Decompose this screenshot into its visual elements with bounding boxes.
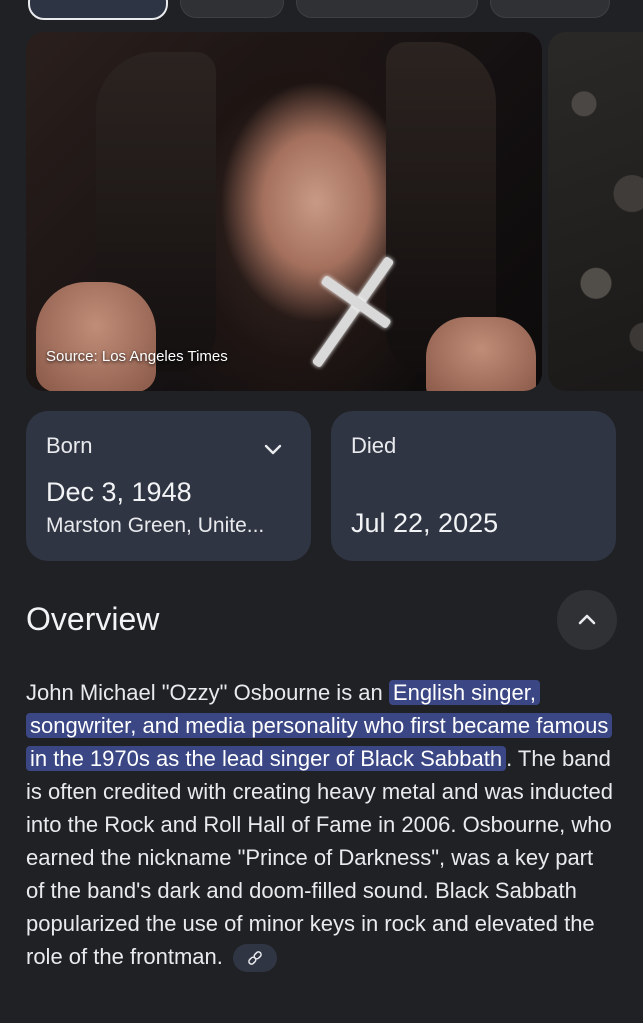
- main-photo[interactable]: Source: Los Angeles Times: [26, 32, 542, 391]
- next-photo[interactable]: [548, 32, 643, 391]
- born-label: Born: [46, 433, 93, 458]
- chevron-up-icon: [578, 614, 596, 625]
- died-card[interactable]: Died Jul 22, 2025: [331, 411, 616, 561]
- born-card[interactable]: Born Dec 3, 1948 Marston Green, Unite...: [26, 411, 311, 561]
- died-date: Jul 22, 2025: [351, 508, 499, 538]
- filter-chips: [0, 0, 643, 20]
- died-label: Died: [351, 433, 397, 458]
- filter-chip[interactable]: [490, 0, 610, 18]
- filter-chip-active[interactable]: [28, 0, 168, 20]
- photo-detail: [36, 282, 156, 391]
- source-link-button[interactable]: [233, 944, 278, 973]
- photo-detail: [426, 317, 536, 391]
- cross-shape: [320, 274, 392, 330]
- chevron-down-icon[interactable]: [261, 437, 285, 461]
- image-source-caption: Source: Los Angeles Times: [46, 348, 228, 365]
- collapse-button[interactable]: [557, 590, 617, 650]
- link-icon: [248, 951, 262, 966]
- image-carousel[interactable]: Source: Los Angeles Times: [26, 32, 643, 391]
- overview-heading: Overview: [26, 601, 160, 637]
- overview-paragraph: John Michael "Ozzy" Osbourne is an Engli…: [26, 676, 616, 973]
- filter-chip[interactable]: [296, 0, 478, 18]
- born-date: Dec 3, 1948: [46, 477, 192, 507]
- cross-shape: [311, 255, 395, 369]
- filter-chip[interactable]: [180, 0, 284, 18]
- overview-text-rest: . The band is often credited with creati…: [26, 746, 613, 969]
- overview-text-start: John Michael "Ozzy" Osbourne is an: [26, 680, 389, 705]
- born-place: Marston Green, Unite...: [46, 514, 265, 537]
